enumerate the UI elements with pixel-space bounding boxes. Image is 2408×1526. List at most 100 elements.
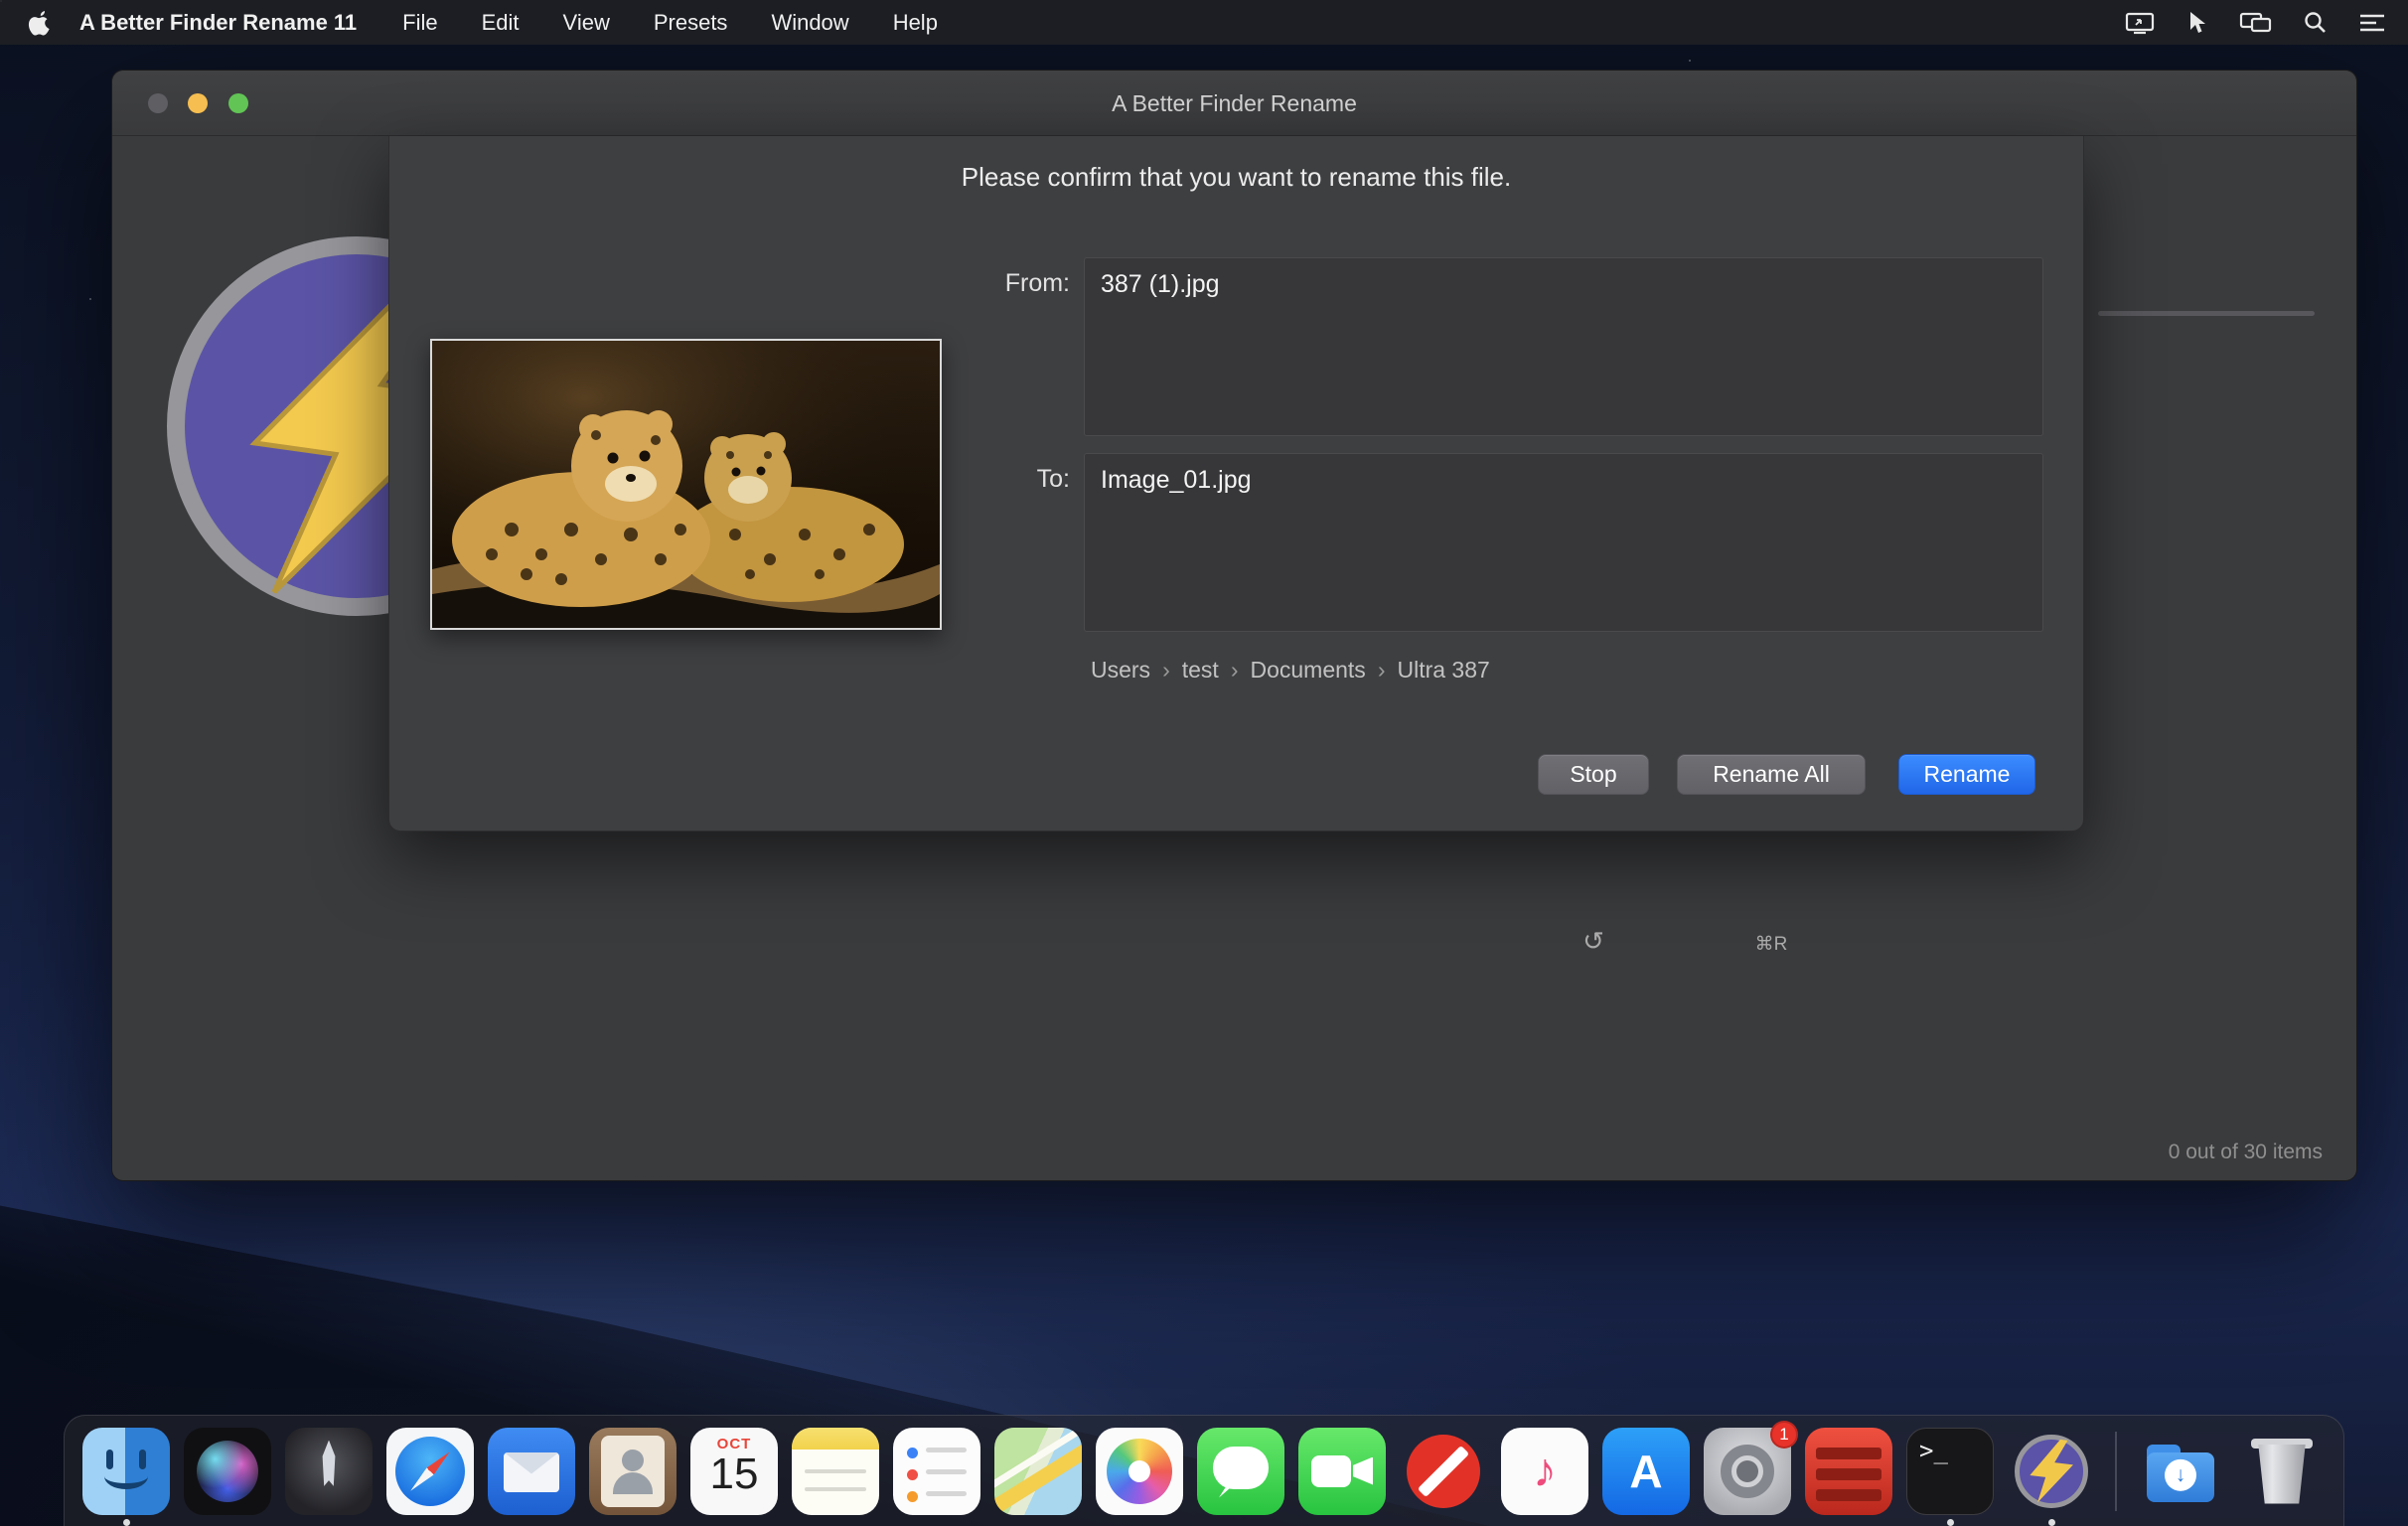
progress-bar: [2098, 311, 2315, 316]
from-label: From:: [772, 269, 1070, 298]
dock-item-messages[interactable]: [1197, 1428, 1284, 1515]
maps-icon: [994, 1428, 1082, 1515]
better-finder-rename-icon: [2008, 1428, 2095, 1515]
dock-item-contacts[interactable]: [589, 1428, 677, 1515]
display-mirroring-icon[interactable]: [2239, 11, 2273, 35]
menu-file[interactable]: File: [402, 10, 437, 36]
siri-orb: [197, 1441, 258, 1502]
dock-item-app-store[interactable]: A: [1602, 1428, 1690, 1515]
notes-header: [792, 1428, 879, 1450]
dock-item-finder[interactable]: [82, 1428, 170, 1515]
menu-presets[interactable]: Presets: [654, 10, 728, 36]
safari-icon: [386, 1428, 474, 1515]
notification-list-icon[interactable]: [2358, 12, 2386, 34]
rocket-shape: [313, 1441, 345, 1498]
dock-item-terminal[interactable]: >_: [1906, 1428, 1994, 1515]
calendar-day: 15: [690, 1450, 778, 1499]
finder-icon: [82, 1428, 170, 1515]
spotlight-search-icon[interactable]: [2303, 10, 2329, 36]
speech-bubble: [1213, 1447, 1269, 1489]
apple-menu[interactable]: [26, 9, 54, 37]
menu-view[interactable]: View: [563, 10, 610, 36]
dock-item-system-preferences[interactable]: 1: [1704, 1428, 1791, 1515]
close-button[interactable]: [148, 93, 168, 113]
menu-edit[interactable]: Edit: [482, 10, 520, 36]
app-store-letter: A: [1629, 1445, 1662, 1498]
menu-bar: A Better Finder Rename 11 File Edit View…: [0, 0, 2408, 45]
running-indicator: [1947, 1519, 1954, 1526]
dock-item-prohibited[interactable]: [1400, 1428, 1487, 1515]
breadcrumb-documents: Documents: [1250, 657, 1365, 683]
menu-help[interactable]: Help: [893, 10, 938, 36]
menu-window[interactable]: Window: [771, 10, 848, 36]
reminder-line: [926, 1491, 967, 1496]
dock-item-siri[interactable]: [184, 1428, 271, 1515]
rename-button[interactable]: Rename: [1898, 754, 2035, 795]
dock-item-photos[interactable]: [1096, 1428, 1183, 1515]
pointer-icon[interactable]: [2185, 10, 2209, 36]
gear-icon: [1736, 1460, 1758, 1482]
minimize-button[interactable]: [188, 93, 208, 113]
speech-bubble-tail: [1219, 1485, 1234, 1498]
notes-line: [805, 1469, 866, 1473]
stop-button[interactable]: Stop: [1538, 754, 1649, 795]
music-note-glyph: ♪: [1533, 1444, 1557, 1498]
dock-item-notes[interactable]: [792, 1428, 879, 1515]
reminder-line: [926, 1469, 967, 1474]
dock-item-music[interactable]: ♪: [1501, 1428, 1588, 1515]
row-shape: [1816, 1468, 1881, 1480]
photos-center: [1129, 1460, 1150, 1482]
red-rows-app-icon: [1805, 1428, 1892, 1515]
terminal-icon: >_: [1906, 1428, 1994, 1515]
dock-separator: [2115, 1432, 2117, 1511]
dock-item-reminders[interactable]: [893, 1428, 980, 1515]
dock-item-trash[interactable]: [2238, 1428, 2326, 1515]
breadcrumb-test: test: [1182, 657, 1219, 683]
dock-item-maps[interactable]: [994, 1428, 1082, 1515]
dock-item-red-rows-app[interactable]: [1805, 1428, 1892, 1515]
breadcrumb-ultra-387: Ultra 387: [1397, 657, 1489, 683]
notes-icon: [792, 1428, 879, 1515]
reminder-dot: [907, 1448, 918, 1458]
stop-repeat-icon: ↺: [1538, 926, 1649, 957]
chevron-right-icon: ›: [1162, 657, 1170, 683]
app-store-icon: A: [1602, 1428, 1690, 1515]
app-menu-title[interactable]: A Better Finder Rename 11: [79, 10, 357, 36]
launchpad-icon: [285, 1428, 373, 1515]
calendar-icon: OCT 15: [690, 1428, 778, 1515]
window-title: A Better Finder Rename: [112, 71, 2356, 136]
zoom-button[interactable]: [228, 93, 248, 113]
items-status-text: 0 out of 30 items: [2169, 1141, 2323, 1164]
running-indicator: [2048, 1519, 2055, 1526]
screen-share-icon[interactable]: [2124, 11, 2156, 35]
dock-item-better-finder-rename[interactable]: [2008, 1428, 2095, 1515]
notification-badge: 1: [1770, 1421, 1798, 1449]
menu-bar-status-area: [2124, 10, 2386, 36]
rename-all-button[interactable]: Rename All: [1677, 754, 1866, 795]
window-titlebar[interactable]: A Better Finder Rename: [112, 71, 2356, 136]
rename-all-shortcut: ⌘R: [1677, 933, 1866, 956]
to-filename-field[interactable]: Image_01.jpg: [1084, 453, 2043, 632]
confirm-message: Please confirm that you want to rename t…: [389, 162, 2083, 193]
from-filename-field[interactable]: 387 (1).jpg: [1084, 257, 2043, 436]
finder-smile: [104, 1463, 148, 1489]
dock-item-downloads[interactable]: ↓: [2137, 1428, 2224, 1515]
running-indicator: [123, 1519, 130, 1526]
reminders-icon: [893, 1428, 980, 1515]
dock-item-calendar[interactable]: OCT 15: [690, 1428, 778, 1515]
apple-icon: [28, 9, 52, 37]
camera-body: [1311, 1455, 1351, 1487]
trash-icon: [2238, 1428, 2326, 1515]
dock-item-mail[interactable]: [488, 1428, 575, 1515]
reminder-dot: [907, 1469, 918, 1480]
mail-icon: [488, 1428, 575, 1515]
row-shape: [1816, 1448, 1881, 1459]
breadcrumb-users: Users: [1091, 657, 1150, 683]
dock-item-safari[interactable]: [386, 1428, 474, 1515]
dock-item-launchpad[interactable]: [285, 1428, 373, 1515]
downloads-folder-icon: ↓: [2137, 1428, 2224, 1515]
contacts-page: [601, 1436, 665, 1507]
dock-item-facetime[interactable]: [1298, 1428, 1386, 1515]
to-label: To:: [772, 465, 1070, 494]
reminder-line: [926, 1448, 967, 1452]
